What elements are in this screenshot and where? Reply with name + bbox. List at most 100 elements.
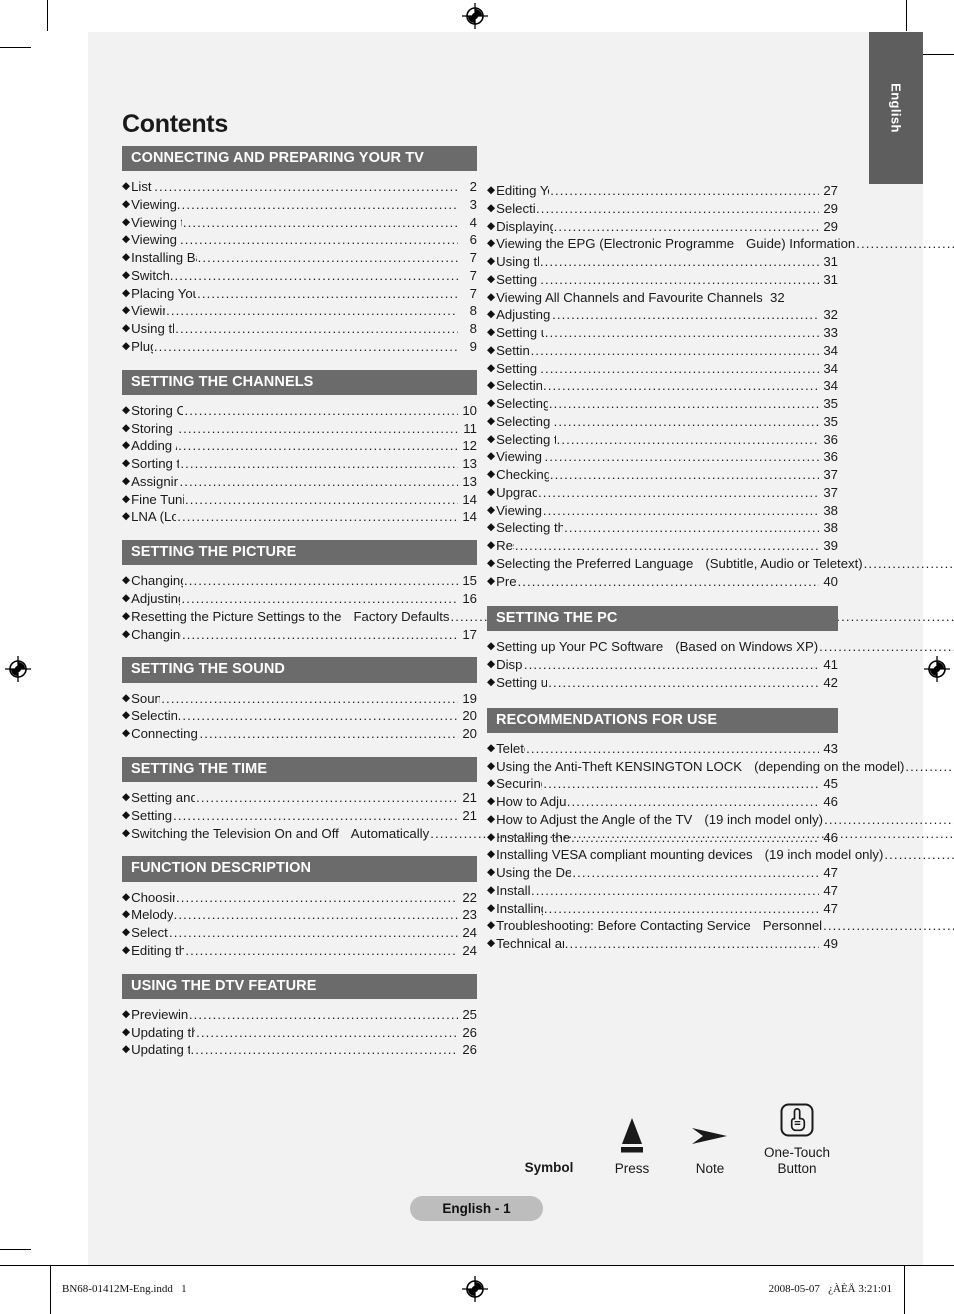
toc-entry[interactable]: ◆Storing Channels Manually..............…: [122, 420, 477, 438]
toc-entry[interactable]: ◆Installing the Stand...................…: [487, 882, 838, 900]
toc-entry[interactable]: ◆Choosing Your Language.................…: [122, 889, 477, 907]
leader-dots: ........................................…: [552, 307, 819, 323]
page-title: Contents: [122, 110, 228, 138]
toc-entry[interactable]: ◆Setting the Default Guide..............…: [487, 271, 838, 289]
toc-entry[interactable]: ◆Selecting Channel List.................…: [487, 200, 838, 218]
toc-entry[interactable]: ◆Upgrading the Software.................…: [487, 484, 838, 502]
toc-entry[interactable]: ◆Setting and Displaying the Current Time…: [122, 789, 477, 807]
toc-entry[interactable]: ◆Using the TOOLS Button.................…: [122, 320, 477, 338]
toc-entry-text-continued: Guide) Information: [746, 236, 856, 252]
toc-entry-text: Viewing the Remote Control: [131, 232, 179, 248]
diamond-bullet-icon: ◆: [487, 521, 496, 534]
toc-entry-text: Sound Features: [131, 690, 161, 706]
toc-entry[interactable]: ◆Editing Your Favourite Channels........…: [487, 182, 838, 200]
toc-entry[interactable]: ◆Using the Scheduled List...............…: [487, 253, 838, 271]
toc-entry[interactable]: ◆Adjusting the Custom Picture...........…: [122, 590, 477, 608]
toc-entry-page-number: 27: [823, 183, 838, 198]
toc-entry[interactable]: ◆Technical and Environmental Specificati…: [487, 935, 838, 953]
toc-entry[interactable]: ◆Displaying Programme Information.......…: [487, 218, 838, 236]
leader-dots: ........................................…: [177, 708, 458, 724]
toc-entry[interactable]: ◆ Switching the Television On and Off Auto…: [122, 825, 954, 843]
toc-entry[interactable]: ◆Plug & Play............................…: [122, 338, 477, 356]
toc-entry[interactable]: ◆List of Parts..........................…: [122, 178, 477, 196]
toc-entry[interactable]: ◆Using the Decoration Covers (19 inch mo…: [487, 864, 838, 882]
toc-entry[interactable]: ◆ Resetting the Picture Settings to the Fa…: [122, 608, 954, 626]
toc-entry[interactable]: ◆Checking the Signal Information........…: [487, 466, 838, 484]
toc-entry[interactable]: ◆Melody / Energy Saving ................…: [122, 906, 477, 924]
leader-dots: ........................................…: [540, 360, 819, 376]
toc-entry[interactable]: ◆Changing the Picture Standard..........…: [122, 572, 477, 590]
toc-entry[interactable]: ◆Setting the Sleep Timer................…: [122, 807, 477, 825]
toc-entry[interactable]: ◆Viewing the Control Panel..............…: [122, 196, 477, 214]
toc-entry[interactable]: ◆Display Modes..........................…: [487, 656, 838, 674]
toc-entry[interactable]: ◆Adjusting the Menu Transparency........…: [487, 306, 838, 324]
registration-mark-left-middle: [5, 656, 31, 682]
toc-entry[interactable]: ◆Setting the Subtitle Mode..............…: [487, 360, 838, 378]
diamond-bullet-icon: ◆: [487, 759, 496, 772]
toc-entry[interactable]: ◆ Setting up Your PC Software (Based on Wi…: [487, 638, 954, 656]
diamond-bullet-icon: ◆: [122, 251, 131, 264]
diamond-bullet-icon: ◆: [487, 777, 496, 790]
diamond-bullet-icon: ◆: [122, 233, 131, 246]
toc-entry[interactable]: ◆ Viewing All Channels and Favourite Chan…: [487, 289, 838, 307]
footer-filename: BN68-01412M-Eng.indd 1: [62, 1283, 187, 1295]
toc-entry[interactable]: ◆Connecting Headphones (Sold separately)…: [122, 725, 477, 743]
toc-entry[interactable]: ◆Selecting the Sound Mode...............…: [122, 707, 477, 725]
toc-entry[interactable]: ◆Switching On and Off...................…: [122, 267, 477, 285]
toc-entry[interactable]: ◆ How to Adjust the Angle of the TV (19 in…: [487, 811, 954, 829]
toc-entry[interactable]: ◆Viewing the Connection Panel...........…: [122, 214, 477, 232]
toc-entry[interactable]: ◆Sound Features.........................…: [122, 690, 477, 708]
toc-entry[interactable]: ◆Editing the Input Source Names.........…: [122, 942, 477, 960]
toc-entry[interactable]: ◆Selecting the Source...................…: [122, 924, 477, 942]
leader-dots: ........................................…: [185, 942, 458, 958]
toc-entry[interactable]: ◆Updating the Channel List Manually.....…: [122, 1041, 477, 1059]
toc-entry[interactable]: ◆ Selecting the Preferred Language (Subtit…: [487, 555, 954, 573]
toc-entry[interactable]: ◆Setting the Subtitle...................…: [487, 342, 838, 360]
toc-entry-page-number: 6: [469, 232, 477, 248]
toc-entry[interactable]: ◆Setting up the Parental Lock...........…: [487, 324, 838, 342]
leader-dots: ........................................…: [884, 847, 954, 863]
toc-entry[interactable]: ◆Setting up the TV with your PC.........…: [487, 674, 838, 692]
toc-entry-text: Teletext Feature: [496, 740, 525, 756]
toc-entry-text: Changing the Picture Options: [131, 626, 181, 642]
leader-dots: ........................................…: [514, 538, 819, 553]
toc-entry[interactable]: ◆Preference.............................…: [487, 573, 838, 591]
toc-entry-list: ◆Changing the Picture Standard..........…: [122, 572, 954, 644]
toc-entry[interactable]: ◆Previewing the DTV Menu System.........…: [122, 1006, 477, 1024]
toc-section: SETTING THE PC ◆ Setting up Your PC Softwa…: [487, 606, 954, 692]
toc-entry-text-continued: (19 inch model only): [704, 811, 824, 827]
one-touch-button-icon: [749, 1098, 845, 1142]
toc-entry[interactable]: ◆Securing the TV to the Wall............…: [487, 775, 838, 793]
toc-entry[interactable]: ◆Viewing the Menus......................…: [122, 302, 477, 320]
toc-entry[interactable]: ◆Placing Your Television in Standby Mode…: [122, 285, 477, 303]
toc-entry[interactable]: ◆Updating the Channel List Automatically…: [122, 1024, 477, 1042]
toc-entry[interactable]: ◆Fine Tuning Channel Reception..........…: [122, 491, 477, 509]
toc-entry[interactable]: ◆LNA (Low Noise Amplifier)..............…: [122, 508, 477, 526]
toc-entry[interactable]: ◆Selecting the Time Zone (Spain only)...…: [487, 431, 838, 449]
toc-entry[interactable]: ◆Sorting the Stored Channels............…: [122, 455, 477, 473]
toc-entry[interactable]: ◆Assigning Channels Names...............…: [122, 473, 477, 491]
toc-entry-text: Installing the Wall Mount Kit: [496, 900, 543, 916]
toc-entry[interactable]: ◆Selecting the Audio Format.............…: [487, 377, 838, 395]
toc-entry[interactable]: ◆Selecting the Audio Description........…: [487, 395, 838, 413]
toc-entry[interactable]: ◆Adding / Locking Channels..............…: [122, 437, 477, 455]
toc-entry[interactable]: ◆Viewing Common Interface...............…: [487, 502, 838, 520]
toc-entry[interactable]: ◆Storing Channels Automatically.........…: [122, 402, 477, 420]
toc-entry[interactable]: ◆Selecting the CI (Common Interface) Men…: [487, 519, 838, 537]
toc-entry[interactable]: ◆Installing the Wall Mount Kit..........…: [487, 900, 838, 918]
toc-entry[interactable]: ◆Resetting..............................…: [487, 537, 838, 555]
toc-entry[interactable]: ◆How to Adjust the Stand (19 inch model …: [487, 793, 838, 811]
toc-entry[interactable]: ◆Viewing Product Information............…: [487, 448, 838, 466]
toc-entry[interactable]: ◆Teletext Feature.......................…: [487, 740, 838, 758]
toc-entry[interactable]: ◆ Installing VESA compliant mounting devi…: [487, 846, 954, 864]
toc-entry[interactable]: ◆ Using the Anti-Theft KENSINGTON LOCK (de…: [487, 758, 954, 776]
toc-entry[interactable]: ◆Changing the Picture Options...........…: [122, 626, 477, 644]
toc-entry[interactable]: ◆Selecting the Digital Text (UK only)...…: [487, 413, 838, 431]
toc-entry[interactable]: ◆Installing the Wall Mount Kit (19 inch …: [487, 829, 838, 847]
toc-entry[interactable]: ◆Viewing the Remote Control.............…: [122, 231, 477, 249]
toc-entry-text: List of Parts: [131, 179, 153, 195]
toc-entry[interactable]: ◆ Viewing the EPG (Electronic Programme Gu…: [487, 235, 954, 253]
toc-entry-page-number: 47: [823, 865, 838, 881]
toc-entry[interactable]: ◆ Troubleshooting: Before Contacting Serv…: [487, 917, 954, 935]
toc-entry[interactable]: ◆Installing Batteries in the Remote Cont…: [122, 249, 477, 267]
